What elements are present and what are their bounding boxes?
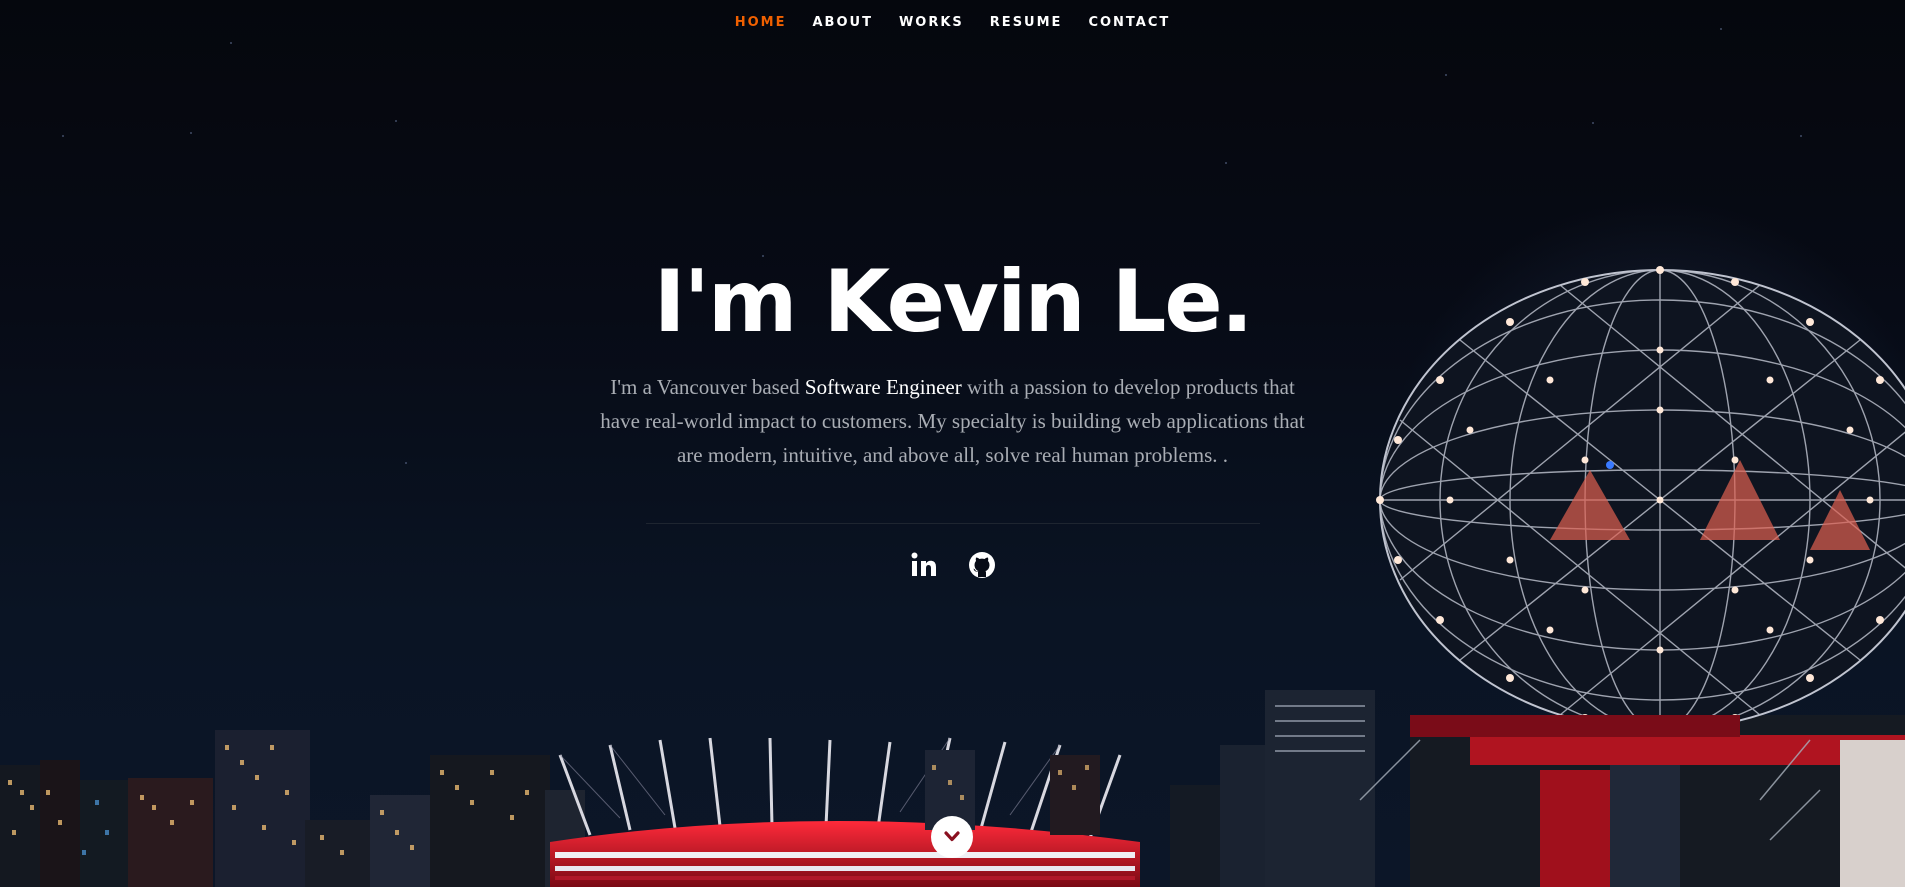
main-nav: HOME ABOUT WORKS RESUME CONTACT — [0, 0, 1905, 44]
hero-divider — [646, 523, 1260, 524]
nav-works[interactable]: WORKS — [899, 15, 964, 30]
nav-about[interactable]: ABOUT — [813, 15, 873, 30]
hero-description: I'm a Vancouver based Software Engineer … — [595, 370, 1310, 472]
social-links — [0, 550, 1905, 580]
linkedin-icon[interactable] — [909, 550, 939, 580]
chevron-down-icon — [944, 831, 960, 842]
github-icon[interactable] — [967, 550, 997, 580]
nav-contact[interactable]: CONTACT — [1088, 15, 1170, 30]
hero-title: I'm Kevin Le. — [653, 252, 1254, 352]
hero-description-highlight: Software Engineer — [804, 375, 962, 399]
hero-description-intro: I'm a Vancouver based — [610, 375, 805, 399]
nav-resume[interactable]: RESUME — [990, 15, 1063, 30]
scroll-down-button[interactable] — [931, 816, 973, 858]
nav-home[interactable]: HOME — [735, 15, 787, 30]
